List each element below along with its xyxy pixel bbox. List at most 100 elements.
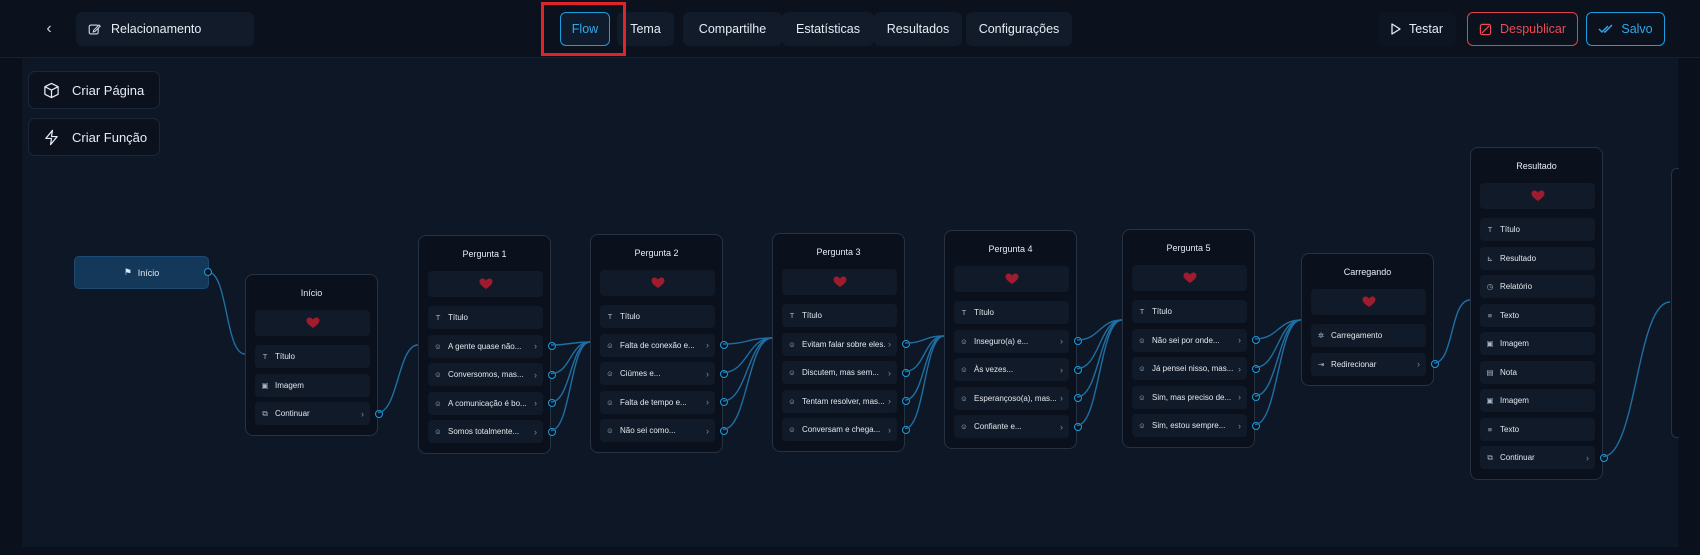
output-handle[interactable] (902, 397, 910, 405)
heart-block[interactable] (428, 271, 543, 297)
node-row[interactable]: ☺ Às vezes... › (954, 358, 1069, 381)
output-handle[interactable] (902, 368, 910, 377)
node-row[interactable]: ☺ Discutem, mas sem... › (782, 361, 897, 384)
node-row[interactable]: ☺ Somos totalmente... › (428, 420, 543, 443)
create-function-button[interactable]: Criar Função (28, 118, 160, 156)
node-row[interactable]: T Título (782, 304, 897, 327)
flow-node-4[interactable]: Pergunta 4 T Título ☺ Inseguro(a) e... › ☺ Às v… (944, 230, 1082, 449)
output-handle[interactable] (1252, 393, 1260, 401)
output-handle[interactable] (1074, 422, 1082, 431)
start-node[interactable]: ⚑ Início (74, 256, 209, 289)
node-row[interactable]: ☺ Falta de tempo e... › (600, 390, 715, 414)
output-handle[interactable] (548, 399, 556, 407)
tab-resultados[interactable]: Resultados (874, 12, 962, 46)
heart-block[interactable] (954, 266, 1069, 292)
node-row[interactable]: ▣ Imagem (1480, 389, 1595, 412)
output-handle[interactable] (720, 341, 728, 349)
node-row[interactable]: ≡ Texto (1480, 303, 1595, 327)
output-handle[interactable] (1252, 336, 1260, 344)
node-row[interactable]: T Título (428, 306, 543, 329)
node-row[interactable]: ☺ Inseguro(a) e... › (954, 329, 1069, 353)
continue-icon: ⧉ (1487, 452, 1493, 462)
chevron-right-icon: › (1238, 363, 1241, 374)
output-handle[interactable] (902, 425, 910, 434)
output-handle[interactable] (720, 398, 728, 406)
image-icon: ▣ (1486, 396, 1494, 405)
node-row[interactable]: ✲ Carregamento (1311, 324, 1426, 347)
unpublish-button[interactable]: Despublicar (1467, 12, 1578, 46)
node-row[interactable]: ▣ Imagem (1480, 332, 1595, 355)
back-button[interactable]: ‹ (36, 16, 62, 42)
heart-block[interactable] (1132, 265, 1247, 291)
node-row[interactable]: ☺ Conversam e chega... › (782, 418, 897, 441)
node-row[interactable]: T Título (255, 345, 370, 368)
node-row[interactable]: ☺ A comunicação é bo... › (428, 391, 543, 415)
test-button[interactable]: Testar (1378, 12, 1456, 46)
node-row[interactable]: ⊾ Resultado (1480, 246, 1595, 270)
node-row[interactable]: T Título (954, 301, 1069, 324)
node-row[interactable]: T Título (1480, 218, 1595, 241)
output-handle[interactable] (720, 426, 728, 435)
node-row[interactable]: ☺ Evitam falar sobre eles. › (782, 332, 897, 356)
heart-block[interactable] (255, 310, 370, 336)
output-handle[interactable] (548, 427, 556, 436)
node-row[interactable]: ☺ Não sei como... › (600, 419, 715, 442)
tab-configuracoes[interactable]: Configurações (966, 12, 1072, 46)
tab-compartilhe[interactable]: Compartilhe (683, 12, 782, 46)
chevron-right-icon: › (361, 408, 364, 419)
output-handle[interactable] (902, 340, 910, 348)
node-row[interactable]: ☺ Conversomos, mas... › (428, 363, 543, 386)
output-handle[interactable] (1252, 421, 1260, 430)
flow-node-6[interactable]: Carregando ✲ Carregamento ⇥ Redirecionar › (1301, 253, 1439, 386)
flow-node-1[interactable]: Pergunta 1 T Título ☺ A gente quase não... › ☺… (418, 235, 556, 454)
node-row[interactable]: ☺ Tentam resolver, mas... › (782, 389, 897, 413)
output-handle[interactable] (720, 369, 728, 378)
flow-node-7[interactable]: Resultado T Título ⊾ Resultado ◷ Relatório ≡ Tex… (1470, 147, 1608, 480)
output-handle[interactable] (548, 370, 556, 379)
node-row[interactable]: ≡ Texto (1480, 417, 1595, 441)
node-row[interactable]: ▣ Imagem (255, 373, 370, 397)
output-handle[interactable] (1431, 360, 1439, 368)
node-row[interactable]: ☺ Sim, mas preciso de... › (1132, 385, 1247, 409)
output-handle[interactable] (1252, 364, 1260, 373)
flow-node-5[interactable]: Pergunta 5 T Título ☺ Não sei por onde... › ☺ J… (1122, 229, 1260, 448)
node-row[interactable]: ◷ Relatório (1480, 275, 1595, 298)
heart-block[interactable] (1311, 289, 1426, 315)
heart-block[interactable] (782, 269, 897, 295)
start-output-handle[interactable] (204, 268, 212, 276)
node-row[interactable]: ☺ Confiante e... › (954, 415, 1069, 438)
output-handle[interactable] (1074, 337, 1082, 345)
node-row[interactable]: ☺ Sim, estou sempre... › (1132, 414, 1247, 437)
tab-estatisticas[interactable]: Estatísticas (782, 12, 874, 46)
output-handle[interactable] (1074, 365, 1082, 374)
node-row[interactable]: T Título (1132, 300, 1247, 323)
output-handle[interactable] (1074, 394, 1082, 402)
node-row[interactable]: ☺ Já pensei nisso, mas... › (1132, 357, 1247, 380)
flow-title-field[interactable]: Relacionamento (76, 12, 254, 46)
node-row[interactable]: ▤ Nota (1480, 360, 1595, 384)
output-handle[interactable] (375, 409, 383, 418)
node-row[interactable]: ⇥ Redirecionar › (1311, 352, 1426, 376)
node-row[interactable]: ☺ Não sei por onde... › (1132, 328, 1247, 352)
node-row[interactable]: ⧉ Continuar › (255, 402, 370, 425)
node-row[interactable]: ☺ Esperançoso(a), mas... › (954, 386, 1069, 410)
create-page-button[interactable]: Criar Página (28, 71, 160, 109)
node-row[interactable]: T Título (600, 305, 715, 328)
flow-node-2[interactable]: Pergunta 2 T Título ☺ Falta de conexão e... ›… (590, 234, 728, 453)
row-label: Esperançoso(a), mas... (974, 393, 1057, 403)
output-handle[interactable] (1600, 453, 1608, 462)
node-row[interactable]: ☺ Ciúmes e... › (600, 362, 715, 385)
flow-node-0[interactable]: Início T Título ▣ Imagem ⧉ Continuar › (245, 274, 383, 436)
text-icon: T (1139, 307, 1145, 316)
heart-block[interactable] (1480, 183, 1595, 209)
heart-block[interactable] (600, 270, 715, 296)
node-row[interactable]: ☺ Falta de conexão e... › (600, 333, 715, 357)
row-label: Texto (1500, 310, 1520, 320)
output-handle[interactable] (548, 342, 556, 350)
node-row[interactable]: ⧉ Continuar › (1480, 446, 1595, 469)
node-row[interactable]: ☺ A gente quase não... › (428, 334, 543, 358)
row-label: Discutem, mas sem... (802, 368, 879, 377)
saved-button[interactable]: Salvo (1586, 12, 1665, 46)
flow-node-3[interactable]: Pergunta 3 T Título ☺ Evitam falar sobre ele… (772, 233, 910, 452)
chevron-right-icon: › (534, 341, 537, 351)
